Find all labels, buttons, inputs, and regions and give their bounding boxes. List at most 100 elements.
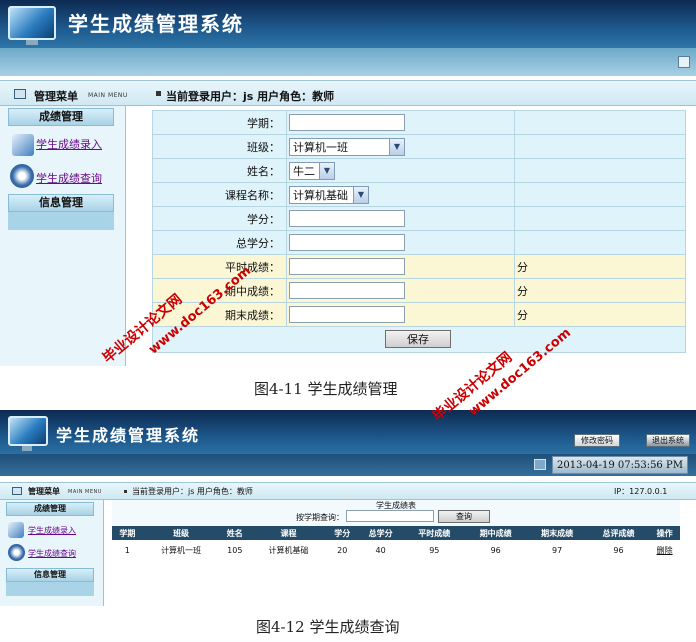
form-row: 班级： 计算机一班 ▼: [152, 134, 686, 159]
chevron-down-icon[interactable]: ▼: [389, 138, 404, 155]
sidebar-link-grade-query[interactable]: 学生成绩查询: [36, 170, 102, 186]
column-header: 期中成绩: [465, 526, 527, 540]
select-value: 计算机一班: [293, 140, 348, 154]
monitor-stand-2: [22, 446, 32, 451]
form-field-cell: 计算机基础 ▼: [286, 182, 515, 207]
menu-subtitle: MAIN MENU: [88, 92, 128, 99]
form-text-input[interactable]: [289, 306, 405, 323]
monitor-small-icon: [14, 89, 26, 99]
menu-title: 管理菜单: [34, 90, 78, 103]
form-unit: 分: [514, 278, 686, 303]
grade-query-screenshot: 学生成绩管理系统 修改密码 退出系统 2013-04-19 07:53:56 P…: [0, 410, 696, 606]
query-button[interactable]: 查询: [438, 510, 490, 523]
form-unit: [514, 134, 686, 159]
form-field-cell: [286, 254, 515, 279]
table-cell: 96: [587, 540, 650, 560]
column-header: 学分: [326, 526, 358, 540]
form-field-cell: [286, 278, 515, 303]
grade-entry-icon-2: [8, 522, 24, 538]
form-unit: [514, 182, 686, 207]
monitor-small-icon-2: [12, 487, 22, 495]
form-field-cell: 计算机一班 ▼: [286, 134, 515, 159]
sidebar-spacer-2: [6, 582, 94, 596]
sidebar-2: 成绩管理 学生成绩录入 学生成绩查询 信息管理: [0, 500, 104, 606]
app-title: 学生成绩管理系统: [68, 12, 244, 36]
select-value: 牛二: [293, 164, 315, 178]
form-text-input[interactable]: [289, 258, 405, 275]
window-icon: [678, 56, 690, 68]
sidebar-section-info-2[interactable]: 信息管理: [6, 568, 94, 582]
column-header: 姓名: [219, 526, 251, 540]
menu-title-2: 管理菜单: [28, 487, 60, 496]
select-value: 计算机基础: [293, 188, 348, 202]
form-label: 课程名称：: [152, 182, 287, 207]
form-text-input[interactable]: [289, 282, 405, 299]
form-unit: 分: [514, 254, 686, 279]
caption-4-11: 图4-11 学生成绩管理: [254, 380, 398, 398]
form-label: 学期：: [152, 110, 287, 135]
clock-monitor-icon: [534, 459, 546, 470]
form-row: 姓名： 牛二 ▼: [152, 158, 686, 183]
column-header: 课程: [250, 526, 327, 540]
form-unit: [514, 158, 686, 183]
sidebar-link-grade-entry[interactable]: 学生成绩录入: [36, 136, 102, 152]
form-row: 课程名称： 计算机基础 ▼: [152, 182, 686, 207]
grade-entry-screenshot: 学生成绩管理系统 管理菜单 MAIN MENU 当前登录用户：js 用户角色：教…: [0, 0, 696, 366]
grade-entry-form: 学期： 班级： 计算机一班 ▼ 姓名： 牛二 ▼ 课程名称： 计算机基础 ▼ 学分： 总学分： 平时成绩…: [152, 110, 686, 353]
caption-4-12: 图4-12 学生成绩查询: [256, 618, 400, 636]
grade-results-table: 学期 班级 姓名 课程 学分 总学分 平时成绩 期中成绩 期末成绩 总评成绩 操作 1 计算机一班 10…: [112, 526, 680, 560]
table-cell: 20: [326, 540, 358, 560]
sidebar-spacer: [8, 212, 114, 230]
menu-strip-2: 管理菜单 MAIN MENU 当前登录用户：js 用户角色：教师 IP：127.…: [0, 482, 696, 500]
change-password-button[interactable]: 修改密码: [574, 434, 620, 447]
app-title-2: 学生成绩管理系统: [56, 426, 201, 445]
table-cell: 96: [465, 540, 527, 560]
header-banner: 学生成绩管理系统: [0, 0, 696, 48]
sidebar-section-grades-2[interactable]: 成绩管理: [6, 502, 94, 516]
form-select[interactable]: 计算机一班 ▼: [289, 137, 405, 156]
sidebar-section-info[interactable]: 信息管理: [8, 194, 114, 212]
column-header: 平时成绩: [403, 526, 465, 540]
table-cell: 97: [526, 540, 588, 560]
form-field-cell: 牛二 ▼: [286, 158, 515, 183]
column-header: 班级: [142, 526, 220, 540]
gear-icon: [10, 164, 34, 188]
chevron-down-icon[interactable]: ▼: [319, 162, 334, 179]
form-actions: 保存: [152, 327, 686, 353]
form-text-input[interactable]: [289, 114, 405, 131]
chevron-down-icon[interactable]: ▼: [353, 186, 368, 203]
form-field-cell: [286, 230, 515, 255]
column-header: 学期: [112, 526, 143, 540]
form-label: 平时成绩：: [152, 254, 287, 279]
ip-address: IP：127.0.0.1: [614, 487, 668, 496]
form-unit: [514, 230, 686, 255]
form-row: 学分：: [152, 206, 686, 231]
menu-strip: 管理菜单 MAIN MENU 当前登录用户：js 用户角色：教师: [0, 80, 696, 106]
table-cell: 95: [403, 540, 465, 560]
bullet-icon-2: [124, 490, 127, 493]
form-row: 学期：: [152, 110, 686, 135]
form-select[interactable]: 计算机基础 ▼: [289, 185, 369, 204]
table-cell: 105: [219, 540, 251, 560]
grade-entry-icon: [12, 134, 34, 156]
form-text-input[interactable]: [289, 234, 405, 251]
form-text-input[interactable]: [289, 210, 405, 227]
form-label: 学分：: [152, 206, 287, 231]
form-field-cell: [286, 302, 515, 327]
delete-link[interactable]: 删除: [649, 540, 680, 560]
table-cell: 40: [357, 540, 404, 560]
sidebar-link-grade-query-2[interactable]: 学生成绩查询: [28, 548, 76, 559]
table-row: 1 计算机一班 105 计算机基础 20 40 95 96 97 96 删除: [112, 540, 680, 560]
sidebar-link-grade-entry-2[interactable]: 学生成绩录入: [28, 525, 76, 536]
header-band: [0, 48, 696, 76]
logout-button[interactable]: 退出系统: [646, 434, 690, 447]
column-header: 期末成绩: [526, 526, 588, 540]
save-button[interactable]: 保存: [385, 330, 451, 348]
form-label: 总学分：: [152, 230, 287, 255]
form-row: 期末成绩：分: [152, 302, 686, 327]
table-cell: 计算机一班: [142, 540, 220, 560]
form-field-cell: [286, 206, 515, 231]
form-select[interactable]: 牛二 ▼: [289, 161, 335, 180]
term-search-input[interactable]: [346, 510, 434, 522]
sidebar-section-grades[interactable]: 成绩管理: [8, 108, 114, 126]
